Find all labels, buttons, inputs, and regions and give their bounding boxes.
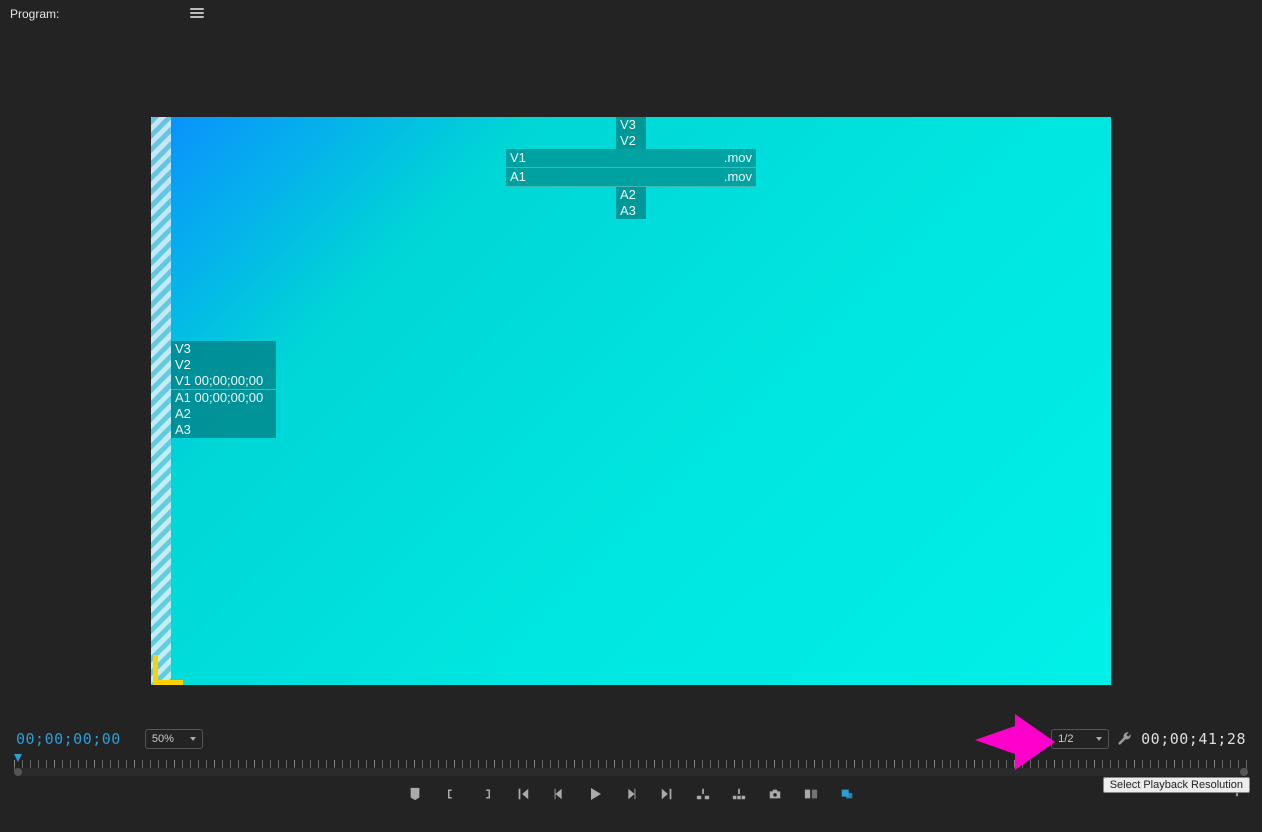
scrollbar-handle-right[interactable] (1240, 768, 1248, 776)
time-scrollbar[interactable] (14, 768, 1248, 776)
settings-button[interactable] (1117, 731, 1133, 747)
current-timecode[interactable]: 00;00;00;00 (16, 730, 121, 748)
go-in-icon (516, 787, 530, 801)
proxy-icon (839, 787, 855, 801)
indicator-v1-ext: .mov (716, 149, 756, 167)
lift-icon (695, 787, 711, 801)
panel-menu-button[interactable] (190, 7, 204, 21)
scrollbar-handle-left[interactable] (14, 768, 22, 776)
panel-title: Program: (10, 7, 59, 21)
extract-icon (731, 787, 747, 801)
lift-button[interactable] (694, 785, 712, 803)
transport-controls (0, 776, 1262, 812)
indicator-a1-ext: .mov (716, 168, 756, 186)
edit-indicator-left: V3 V2 V1 00;00;00;00 A1 00;00;00;00 A2 A… (171, 341, 276, 438)
indicator-a1-clip (534, 168, 716, 186)
add-marker-button[interactable] (406, 785, 424, 803)
go-out-icon (660, 787, 674, 801)
step-back-button[interactable] (550, 785, 568, 803)
program-viewport[interactable]: V3 V2 V1 .mov A1 .mov A2 A3 V3 V2 V1 00 (151, 117, 1111, 685)
indicator-a1-label: A1 (506, 168, 534, 186)
playback-resolution-dropdown[interactable]: 1/2 (1051, 729, 1109, 749)
panel-title-prefix: Program: (10, 7, 59, 21)
sequence-duration: 00;00;41;28 (1141, 730, 1246, 748)
zoom-value: 50% (152, 733, 174, 745)
left-v3: V3 (171, 341, 276, 357)
camera-icon (767, 787, 783, 801)
mark-out-button[interactable] (478, 785, 496, 803)
wrench-icon (1117, 731, 1133, 747)
bracket-in-icon (445, 787, 457, 801)
indicator-v1-label: V1 (506, 149, 534, 167)
viewer-area: V3 V2 V1 .mov A1 .mov A2 A3 V3 V2 V1 00 (0, 28, 1262, 724)
chevron-down-icon (190, 737, 196, 741)
step-back-icon (552, 787, 566, 801)
compare-icon (803, 787, 819, 801)
controls-right-group: 1/2 00;00;41;28 (1051, 724, 1246, 754)
go-to-in-button[interactable] (514, 785, 532, 803)
step-forward-button[interactable] (622, 785, 640, 803)
zoom-dropdown[interactable]: 50% (145, 729, 203, 749)
resolution-value: 1/2 (1058, 733, 1073, 745)
tooltip: Select Playback Resolution (1103, 777, 1250, 793)
indicator-v3: V3 (616, 117, 646, 133)
left-v2: V2 (171, 357, 276, 373)
go-to-out-button[interactable] (658, 785, 676, 803)
left-a2: A2 (171, 406, 276, 422)
step-forward-icon (624, 787, 638, 801)
play-icon (587, 786, 603, 802)
comparison-view-button[interactable] (802, 785, 820, 803)
hamburger-icon (190, 8, 204, 18)
left-a1: A1 00;00;00;00 (171, 389, 276, 406)
indicator-v1-row: V1 .mov (506, 149, 756, 168)
panel-header: Program: (0, 0, 1262, 28)
bracket-out-icon (481, 787, 493, 801)
indicator-a3: A3 (616, 203, 646, 219)
indicator-v2: V2 (616, 133, 646, 149)
left-v1: V1 00;00;00;00 (171, 373, 276, 389)
indicator-v1-clip (534, 149, 716, 167)
origin-corner-mark (153, 655, 183, 685)
time-ruler[interactable] (14, 754, 1248, 776)
indicator-a2: A2 (616, 187, 646, 203)
chevron-down-icon (1096, 737, 1102, 741)
offscreen-hatch (151, 117, 171, 685)
extract-button[interactable] (730, 785, 748, 803)
mark-in-button[interactable] (442, 785, 460, 803)
left-a3: A3 (171, 422, 276, 438)
indicator-a1-row: A1 .mov (506, 168, 756, 187)
controls-bar: 00;00;00;00 50% 1/2 00;00;41;28 (0, 724, 1262, 832)
proxy-toggle-button[interactable] (838, 785, 856, 803)
program-monitor-panel: Program: V3 V2 V1 .mov A1 .mov (0, 0, 1262, 832)
edit-indicator-top: V3 V2 V1 .mov A1 .mov A2 A3 (506, 117, 756, 219)
controls-info-row: 00;00;00;00 50% 1/2 00;00;41;28 (0, 724, 1262, 754)
export-frame-button[interactable] (766, 785, 784, 803)
marker-icon (408, 787, 422, 801)
play-button[interactable] (586, 785, 604, 803)
